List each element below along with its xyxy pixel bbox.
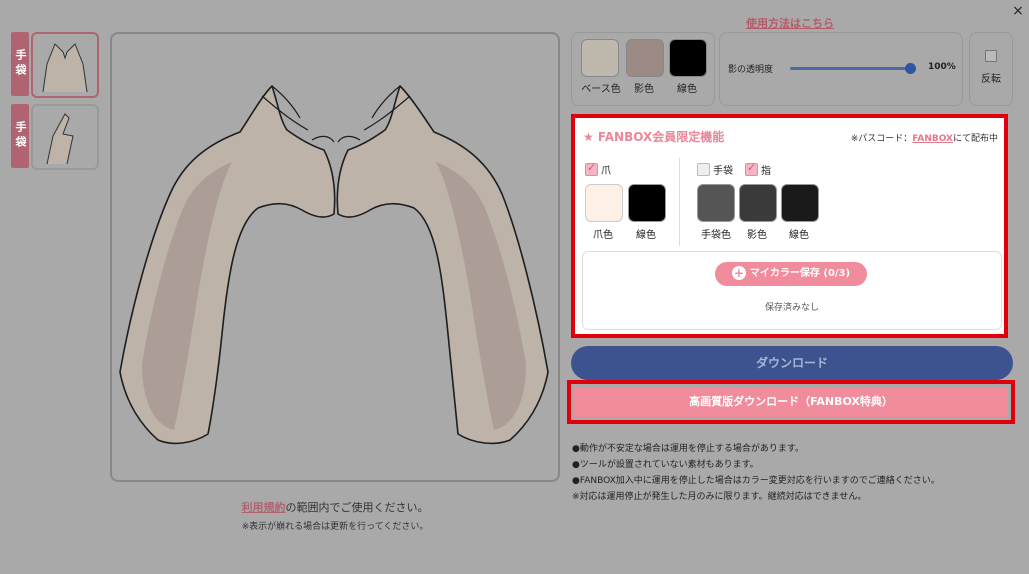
nail-checkbox[interactable] [585, 161, 598, 176]
notes: ●動作が不安定な場合は運用を停止する場合があります。 ●ツールが設置されていない… [572, 441, 940, 505]
save-my-color-label: マイカラー保存 (0/3) [749, 268, 851, 279]
how-to-link[interactable]: 使用方法はこちら [746, 15, 834, 31]
heart-hands-thumb-icon [42, 43, 88, 93]
glove-checkbox[interactable] [697, 163, 710, 176]
passcode-note: ※パスコード：FANBOXにて配布中 [851, 131, 998, 144]
download-button[interactable]: ダウンロード [571, 346, 1013, 380]
save-my-color-button[interactable]: + マイカラー保存 (0/3) [715, 262, 867, 286]
line-color-swatch[interactable] [669, 39, 707, 77]
thumbnail-heart-hands[interactable] [31, 32, 99, 98]
tab-glove-2[interactable]: 手袋 [11, 104, 29, 168]
base-color-swatch[interactable] [581, 39, 619, 77]
divider [679, 158, 680, 246]
my-color-panel: + マイカラー保存 (0/3) 保存済みなし [582, 251, 1002, 330]
close-icon[interactable]: × [1010, 3, 1026, 19]
plus-icon: + [731, 266, 746, 280]
thumbnail-pointing-hand[interactable] [31, 104, 99, 170]
refresh-note: ※表示が崩れる場合は更新を行ってください。 [241, 522, 429, 532]
passcode-suffix: にて配布中 [952, 134, 998, 144]
base-color-label: ベース色 [581, 84, 621, 95]
note-line: ●ツールが設置されていない素材もあります。 [572, 460, 759, 470]
note-line: ●FANBOX加入中に運用を停止した場合はカラー変更対応を行いますのでご連絡くだ… [572, 476, 940, 486]
glove-line-color-label: 線色 [789, 230, 809, 241]
glove-checkbox-label: 手袋 [713, 166, 733, 177]
shadow-opacity-thumb[interactable] [905, 63, 916, 74]
shadow-color-label: 影色 [634, 84, 654, 95]
shadow-color-swatch[interactable] [626, 39, 664, 77]
note-line: ●動作が不安定な場合は運用を停止する場合があります。 [572, 444, 804, 454]
tab-glove-1[interactable]: 手袋 [11, 32, 29, 96]
preview-canvas [110, 32, 560, 482]
shadow-opacity-label: 影の透明度 [728, 65, 774, 75]
finger-checkbox[interactable] [745, 161, 758, 176]
flip-label: 反転 [981, 74, 1001, 85]
nail-color-swatch[interactable] [585, 184, 623, 222]
hq-download-highlight: 高画質版ダウンロード（FANBOX特典） [567, 380, 1015, 424]
fanbox-link[interactable]: FANBOX [912, 134, 953, 144]
note-line: ※対応は運用停止が発生した月のみに限ります。継続対応はできません。 [572, 492, 867, 502]
nail-checkbox-label: 爪 [601, 166, 611, 177]
finger-checkbox-label: 指 [761, 166, 771, 177]
glove-color-swatch[interactable] [697, 184, 735, 222]
terms-link[interactable]: 利用規約 [242, 501, 286, 514]
nail-color-label: 爪色 [593, 230, 613, 241]
flip-panel[interactable] [969, 32, 1013, 106]
shadow-opacity-track[interactable] [790, 67, 911, 70]
shadow-opacity-value: 100% [928, 62, 956, 72]
fanbox-panel: ★ FANBOX会員限定機能 ※パスコード：FANBOXにて配布中 爪 爪色 線… [571, 114, 1008, 338]
glove-color-label: 手袋色 [701, 230, 731, 241]
fanbox-title: ★ FANBOX会員限定機能 [583, 130, 725, 144]
glove-shadow-color-swatch[interactable] [739, 184, 777, 222]
glove-line-color-swatch[interactable] [781, 184, 819, 222]
flip-checkbox[interactable] [985, 50, 997, 62]
terms-text: の範囲内でご使用ください。 [285, 501, 429, 514]
glove-shadow-color-label: 影色 [747, 230, 767, 241]
line-color-label: 線色 [677, 84, 697, 95]
saved-status: 保存済みなし [764, 303, 819, 313]
passcode-prefix: ※パスコード： [850, 134, 913, 144]
hq-download-button[interactable]: 高画質版ダウンロード（FANBOX特典） [574, 387, 1008, 417]
pointing-hand-thumb-icon [46, 113, 74, 165]
heart-hands-illustration [119, 85, 549, 445]
terms-line: 利用規約の範囲内でご使用ください。 [110, 499, 560, 515]
nail-line-color-swatch[interactable] [628, 184, 666, 222]
nail-line-color-label: 線色 [636, 230, 656, 241]
